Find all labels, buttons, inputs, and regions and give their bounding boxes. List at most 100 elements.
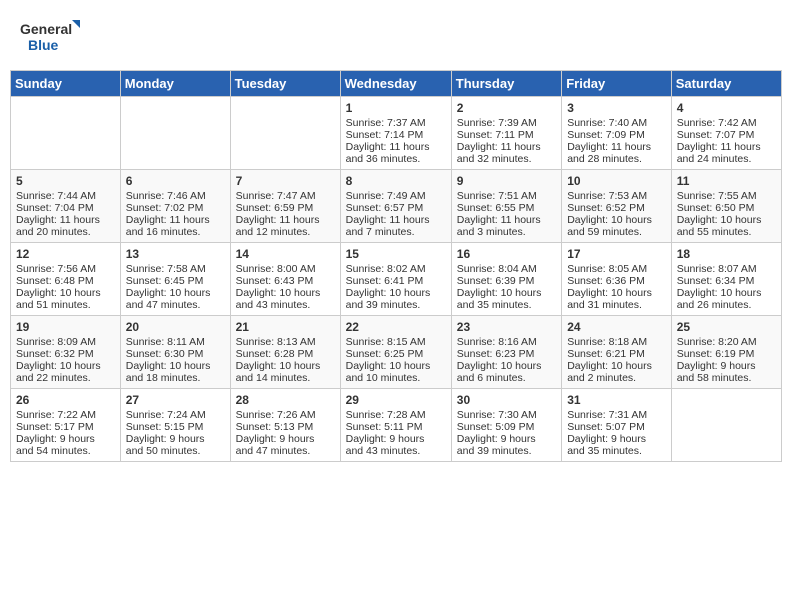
calendar-cell (11, 97, 121, 170)
day-number: 12 (16, 247, 115, 261)
day-info-line: Sunrise: 8:20 AM (677, 336, 776, 348)
day-number: 28 (236, 393, 335, 407)
day-number: 15 (346, 247, 446, 261)
day-info-line: and 31 minutes. (567, 299, 666, 311)
day-info-line: and 3 minutes. (457, 226, 556, 238)
day-info-line: Sunset: 6:25 PM (346, 348, 446, 360)
day-info-line: Sunset: 6:48 PM (16, 275, 115, 287)
calendar-cell: 27Sunrise: 7:24 AMSunset: 5:15 PMDayligh… (120, 389, 230, 462)
day-info-line: Sunset: 6:28 PM (236, 348, 335, 360)
day-info-line: Daylight: 9 hours (457, 433, 556, 445)
day-info-line: and 7 minutes. (346, 226, 446, 238)
day-info-line: Sunset: 6:39 PM (457, 275, 556, 287)
day-number: 3 (567, 101, 666, 115)
calendar-cell: 2Sunrise: 7:39 AMSunset: 7:11 PMDaylight… (451, 97, 561, 170)
calendar-cell: 24Sunrise: 8:18 AMSunset: 6:21 PMDayligh… (562, 316, 672, 389)
day-info-line: Sunrise: 7:30 AM (457, 409, 556, 421)
day-number: 11 (677, 174, 776, 188)
day-number: 30 (457, 393, 556, 407)
day-info-line: Sunrise: 7:22 AM (16, 409, 115, 421)
calendar-cell: 15Sunrise: 8:02 AMSunset: 6:41 PMDayligh… (340, 243, 451, 316)
day-info-line: and 55 minutes. (677, 226, 776, 238)
calendar-cell (120, 97, 230, 170)
calendar-header-row: SundayMondayTuesdayWednesdayThursdayFrid… (11, 71, 782, 97)
day-info-line: Daylight: 11 hours (457, 141, 556, 153)
day-info-line: and 39 minutes. (457, 445, 556, 457)
day-info-line: and 43 minutes. (236, 299, 335, 311)
day-info-line: Sunrise: 8:16 AM (457, 336, 556, 348)
calendar-cell: 25Sunrise: 8:20 AMSunset: 6:19 PMDayligh… (671, 316, 781, 389)
day-info-line: Daylight: 10 hours (457, 287, 556, 299)
day-number: 20 (126, 320, 225, 334)
day-info-line: Sunrise: 8:09 AM (16, 336, 115, 348)
day-info-line: Sunrise: 8:04 AM (457, 263, 556, 275)
day-info-line: Sunrise: 8:13 AM (236, 336, 335, 348)
day-info-line: and 35 minutes. (567, 445, 666, 457)
weekday-header: Monday (120, 71, 230, 97)
day-number: 31 (567, 393, 666, 407)
day-number: 4 (677, 101, 776, 115)
day-info-line: and 14 minutes. (236, 372, 335, 384)
calendar-week-row: 12Sunrise: 7:56 AMSunset: 6:48 PMDayligh… (11, 243, 782, 316)
weekday-header: Friday (562, 71, 672, 97)
calendar-body: 1Sunrise: 7:37 AMSunset: 7:14 PMDaylight… (11, 97, 782, 462)
calendar-cell: 8Sunrise: 7:49 AMSunset: 6:57 PMDaylight… (340, 170, 451, 243)
day-info-line: and 35 minutes. (457, 299, 556, 311)
day-info-line: Sunset: 5:13 PM (236, 421, 335, 433)
day-info-line: Sunrise: 7:51 AM (457, 190, 556, 202)
day-info-line: Sunrise: 7:40 AM (567, 117, 666, 129)
day-info-line: Sunrise: 8:07 AM (677, 263, 776, 275)
day-info-line: Daylight: 9 hours (126, 433, 225, 445)
day-info-line: Sunrise: 7:53 AM (567, 190, 666, 202)
day-info-line: Sunset: 6:23 PM (457, 348, 556, 360)
day-info-line: Daylight: 10 hours (16, 360, 115, 372)
day-info-line: Sunrise: 7:28 AM (346, 409, 446, 421)
day-info-line: and 39 minutes. (346, 299, 446, 311)
day-info-line: Daylight: 10 hours (236, 360, 335, 372)
calendar-cell: 23Sunrise: 8:16 AMSunset: 6:23 PMDayligh… (451, 316, 561, 389)
day-info-line: Sunrise: 7:26 AM (236, 409, 335, 421)
day-info-line: Daylight: 10 hours (567, 214, 666, 226)
day-number: 2 (457, 101, 556, 115)
day-info-line: Sunset: 7:14 PM (346, 129, 446, 141)
day-number: 24 (567, 320, 666, 334)
day-number: 19 (16, 320, 115, 334)
calendar-cell (230, 97, 340, 170)
calendar-cell: 26Sunrise: 7:22 AMSunset: 5:17 PMDayligh… (11, 389, 121, 462)
weekday-header: Tuesday (230, 71, 340, 97)
day-info-line: and 36 minutes. (346, 153, 446, 165)
day-info-line: Daylight: 11 hours (567, 141, 666, 153)
calendar-cell: 11Sunrise: 7:55 AMSunset: 6:50 PMDayligh… (671, 170, 781, 243)
calendar-cell: 20Sunrise: 8:11 AMSunset: 6:30 PMDayligh… (120, 316, 230, 389)
calendar-cell: 6Sunrise: 7:46 AMSunset: 7:02 PMDaylight… (120, 170, 230, 243)
calendar-cell: 7Sunrise: 7:47 AMSunset: 6:59 PMDaylight… (230, 170, 340, 243)
day-info-line: and 16 minutes. (126, 226, 225, 238)
calendar-cell: 13Sunrise: 7:58 AMSunset: 6:45 PMDayligh… (120, 243, 230, 316)
day-info-line: Daylight: 11 hours (236, 214, 335, 226)
day-info-line: Daylight: 10 hours (567, 287, 666, 299)
day-number: 1 (346, 101, 446, 115)
calendar-cell: 9Sunrise: 7:51 AMSunset: 6:55 PMDaylight… (451, 170, 561, 243)
day-info-line: Sunset: 6:19 PM (677, 348, 776, 360)
day-info-line: Sunrise: 7:46 AM (126, 190, 225, 202)
day-info-line: Sunset: 6:30 PM (126, 348, 225, 360)
calendar-cell: 3 Sunrise: 7:40 AMSunset: 7:09 PMDaylight… (562, 97, 672, 170)
day-info-line: Sunset: 6:55 PM (457, 202, 556, 214)
day-number: 18 (677, 247, 776, 261)
day-info-line: and 43 minutes. (346, 445, 446, 457)
day-info-line: Sunrise: 7:49 AM (346, 190, 446, 202)
day-info-line: Sunset: 5:07 PM (567, 421, 666, 433)
day-info-line: Sunset: 6:41 PM (346, 275, 446, 287)
day-info-line: Sunrise: 7:24 AM (126, 409, 225, 421)
calendar-week-row: 19Sunrise: 8:09 AMSunset: 6:32 PMDayligh… (11, 316, 782, 389)
day-info-line: Daylight: 11 hours (346, 141, 446, 153)
day-number: 7 (236, 174, 335, 188)
day-info-line: Sunrise: 7:44 AM (16, 190, 115, 202)
day-number: 25 (677, 320, 776, 334)
day-info-line: Daylight: 10 hours (567, 360, 666, 372)
calendar-cell: 29Sunrise: 7:28 AMSunset: 5:11 PMDayligh… (340, 389, 451, 462)
day-info-line: Sunset: 7:09 PM (567, 129, 666, 141)
day-info-line: Sunrise: 8:15 AM (346, 336, 446, 348)
day-info-line: Daylight: 11 hours (457, 214, 556, 226)
day-info-line: Daylight: 11 hours (16, 214, 115, 226)
